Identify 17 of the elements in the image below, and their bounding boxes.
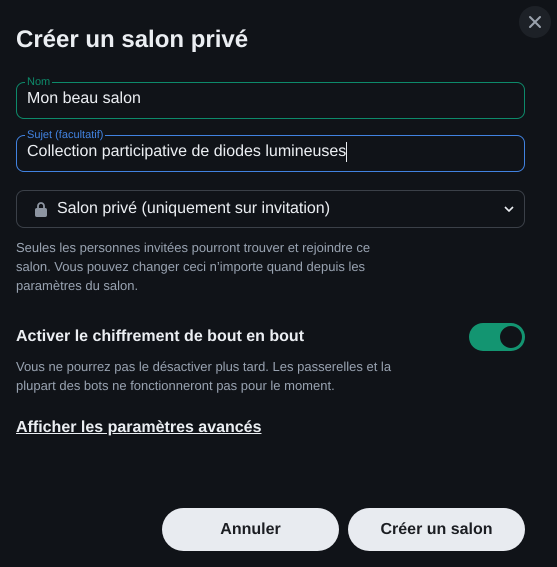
create-button[interactable]: Créer un salon — [348, 508, 525, 551]
dialog-title: Créer un salon privé — [16, 26, 250, 54]
cancel-button[interactable]: Annuler — [162, 508, 339, 551]
visibility-dropdown[interactable]: Salon privé (uniquement sur invitation) — [16, 190, 525, 228]
setting-description: Vous ne pourrez pas le désactiver plus tard. Les passerelles et la plupart des bots ne fonctionneront pas pour le moment. — [16, 358, 392, 395]
field-label: Sujet (facultatif) — [26, 129, 104, 141]
input-field[interactable]: Nom Mon beau salon — [16, 76, 525, 119]
help-text: Seules les personnes invitées pourront trouver et rejoindre ce salon. Vous pouvez changer ceci n’importe quand depuis les paramètres du salon. — [16, 239, 372, 295]
lock-icon — [35, 202, 47, 216]
field-label: Nom — [26, 76, 52, 88]
setting-label: Activer le chiffrement de bout en bout — [16, 328, 304, 346]
toggle-switch[interactable] — [469, 323, 525, 351]
input-field[interactable]: Sujet (facultatif) Collection participative de diodes lumineuses — [16, 129, 525, 172]
chevron-down-icon — [504, 206, 514, 212]
close-icon — [528, 15, 542, 29]
advanced-settings-link[interactable]: Afficher les paramètres avancés — [16, 419, 262, 437]
close-button[interactable] — [519, 6, 551, 38]
